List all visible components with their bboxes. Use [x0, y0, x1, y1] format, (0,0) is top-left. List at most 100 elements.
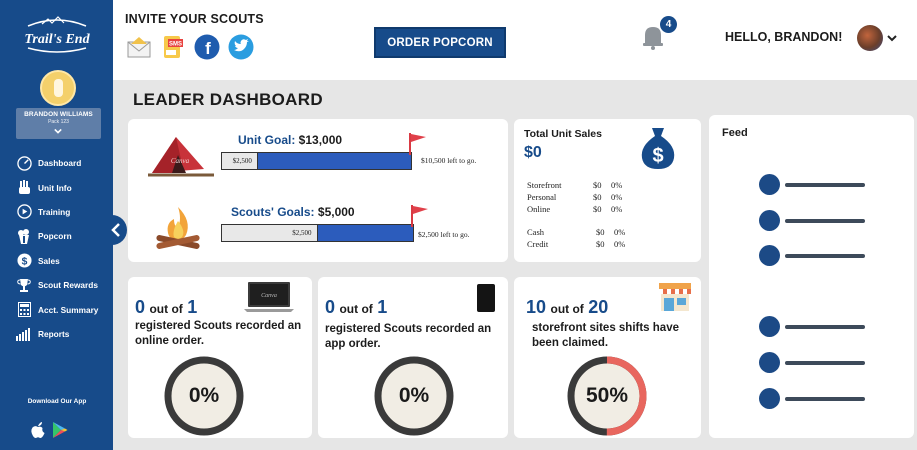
profile-avatar[interactable] — [857, 25, 883, 51]
user-switcher[interactable]: BRANDON WILLIAMS Pack 123 — [16, 108, 101, 139]
sales-row-pct: 0% — [611, 192, 623, 202]
campfire-icon — [156, 207, 200, 249]
laptop-icon: Canva — [244, 282, 294, 312]
feed-placeholder-line — [785, 219, 865, 223]
sales-row-value: $0 — [593, 192, 602, 202]
flag-icon — [409, 133, 426, 155]
online-scouts-total: 1 — [187, 297, 198, 317]
unit-goal-label: Unit Goal: $13,000 — [238, 133, 342, 147]
tent-icon: Canva — [148, 137, 214, 177]
dashboard-icon — [16, 155, 32, 171]
feed-title: Feed — [722, 127, 748, 139]
feed-item[interactable] — [759, 210, 869, 232]
feed-placeholder-line — [785, 183, 865, 187]
scouts-goal-progress-label: $2,500 — [292, 229, 312, 237]
scouts-goal-label: Scouts' Goals: $5,000 — [231, 205, 355, 219]
order-popcorn-button[interactable]: ORDER POPCORN — [374, 27, 506, 58]
scouts-goal-remaining — [317, 225, 413, 241]
feed-avatar — [759, 388, 780, 409]
apple-icon[interactable] — [30, 421, 46, 439]
svg-text:SMS: SMS — [169, 42, 182, 48]
phone-icon — [477, 284, 495, 312]
sidebar-nav: Dashboard Unit Info Training Popcorn $ S… — [16, 151, 98, 346]
sales-row: Credit $0 0% — [527, 238, 634, 250]
sidebar: Trail's End BRANDON WILLIAMS Pack 123 Da… — [0, 0, 113, 450]
online-percent: 0% — [188, 384, 220, 407]
nav-label: Training — [38, 206, 71, 217]
feed-placeholder-line — [785, 254, 865, 258]
feed-item[interactable] — [759, 174, 869, 196]
sales-breakdown: Storefront $0 0% Personal $0 0% Online $0 0% C… — [527, 179, 634, 250]
nav-training[interactable]: Training — [16, 200, 98, 224]
app-order-card: 0 out of 1 registered Scouts recorded an… — [318, 277, 508, 438]
notification-count: 4 — [660, 16, 677, 33]
nav-label: Acct. Summary — [38, 304, 99, 315]
feed-avatar — [759, 174, 780, 195]
sales-row: Storefront $0 0% — [527, 179, 634, 191]
nav-dashboard[interactable]: Dashboard — [16, 151, 98, 175]
app-scouts-count: 0 — [325, 297, 336, 317]
feed-item[interactable] — [759, 316, 869, 338]
calculator-icon — [16, 302, 32, 318]
total-sales-card: Total Unit Sales $0 $ Storefront $0 0% Per… — [514, 119, 701, 262]
nav-scout-rewards[interactable]: Scout Rewards — [16, 273, 98, 297]
nav-acct-summary[interactable]: Acct. Summary — [16, 297, 98, 321]
nav-unit-info[interactable]: Unit Info — [16, 175, 98, 199]
user-greeting: HELLO, BRANDON! — [725, 30, 843, 44]
scouts-goal-value: $5,000 — [317, 205, 355, 219]
sms-icon[interactable]: SMS — [160, 34, 186, 60]
online-order-card: Canva 0 out of 1 registered Scouts recor… — [128, 277, 312, 438]
storefront-icon — [659, 283, 691, 311]
unit-goal-value: $13,000 — [298, 133, 343, 147]
invite-title: INVITE YOUR SCOUTS — [125, 12, 264, 26]
app-description: registered Scouts recorded an app order. — [325, 323, 492, 350]
chevron-left-icon — [111, 223, 120, 237]
app-percent: 0% — [398, 384, 430, 407]
download-app-label: Download Our App — [27, 398, 87, 405]
svg-text:$: $ — [652, 145, 663, 167]
feed-avatar — [759, 316, 780, 337]
user-pack: Pack 123 — [48, 119, 69, 125]
nav-sales[interactable]: $ Sales — [16, 249, 98, 273]
unit-goal-progress-bar: $2,500 — [221, 152, 412, 170]
sales-title: Total Unit Sales — [524, 128, 602, 140]
feed-item[interactable] — [759, 245, 869, 267]
storefront-percent: 50% — [585, 384, 629, 407]
nav-label: Scout Rewards — [38, 280, 98, 291]
goals-card: Canva Unit Goal: $13,000 $2,500 $10,500 … — [128, 119, 508, 262]
user-name: BRANDON WILLIAMS — [24, 111, 93, 118]
trails-end-logo[interactable]: Trail's End — [22, 16, 92, 56]
user-avatar[interactable] — [40, 70, 76, 106]
chevron-down-icon[interactable] — [887, 33, 897, 43]
storefront-count: 10 out of 20 — [526, 297, 608, 318]
unit-goal-remaining — [257, 153, 411, 169]
svg-text:$: $ — [21, 257, 27, 268]
unit-goal-progress: $2,500 — [222, 153, 258, 169]
svg-text:Canva: Canva — [171, 157, 190, 165]
sales-row-name: Credit — [527, 239, 549, 249]
sales-row-name: Storefront — [527, 180, 562, 190]
google-play-icon[interactable] — [52, 421, 68, 439]
twitter-icon[interactable] — [228, 34, 254, 60]
app-scouts-total: 1 — [377, 297, 388, 317]
sales-row-pct: 0% — [614, 227, 626, 237]
nav-popcorn[interactable]: Popcorn — [16, 224, 98, 248]
bar-chart-icon — [16, 326, 32, 342]
storefront-card: 10 out of 20 storefront sites shifts hav… — [514, 277, 701, 438]
app-store-links — [30, 421, 68, 439]
unit-goal-left: $10,500 left to go. — [421, 156, 477, 165]
feed-item[interactable] — [759, 352, 869, 374]
online-description: registered Scouts recorded an online ord… — [135, 320, 302, 347]
nav-reports[interactable]: Reports — [16, 322, 98, 346]
sales-row: Personal $0 0% — [527, 191, 634, 203]
feed-item[interactable] — [759, 388, 869, 410]
nav-label: Sales — [38, 255, 60, 266]
play-icon — [16, 204, 32, 220]
facebook-icon[interactable]: f — [194, 34, 220, 60]
nav-label: Popcorn — [38, 231, 72, 242]
svg-text:Canva: Canva — [261, 293, 277, 299]
sales-row-value: $0 — [596, 227, 605, 237]
logo-text: Trail's End — [24, 32, 90, 47]
feed-placeholder-line — [785, 361, 865, 365]
email-icon[interactable] — [126, 34, 152, 60]
